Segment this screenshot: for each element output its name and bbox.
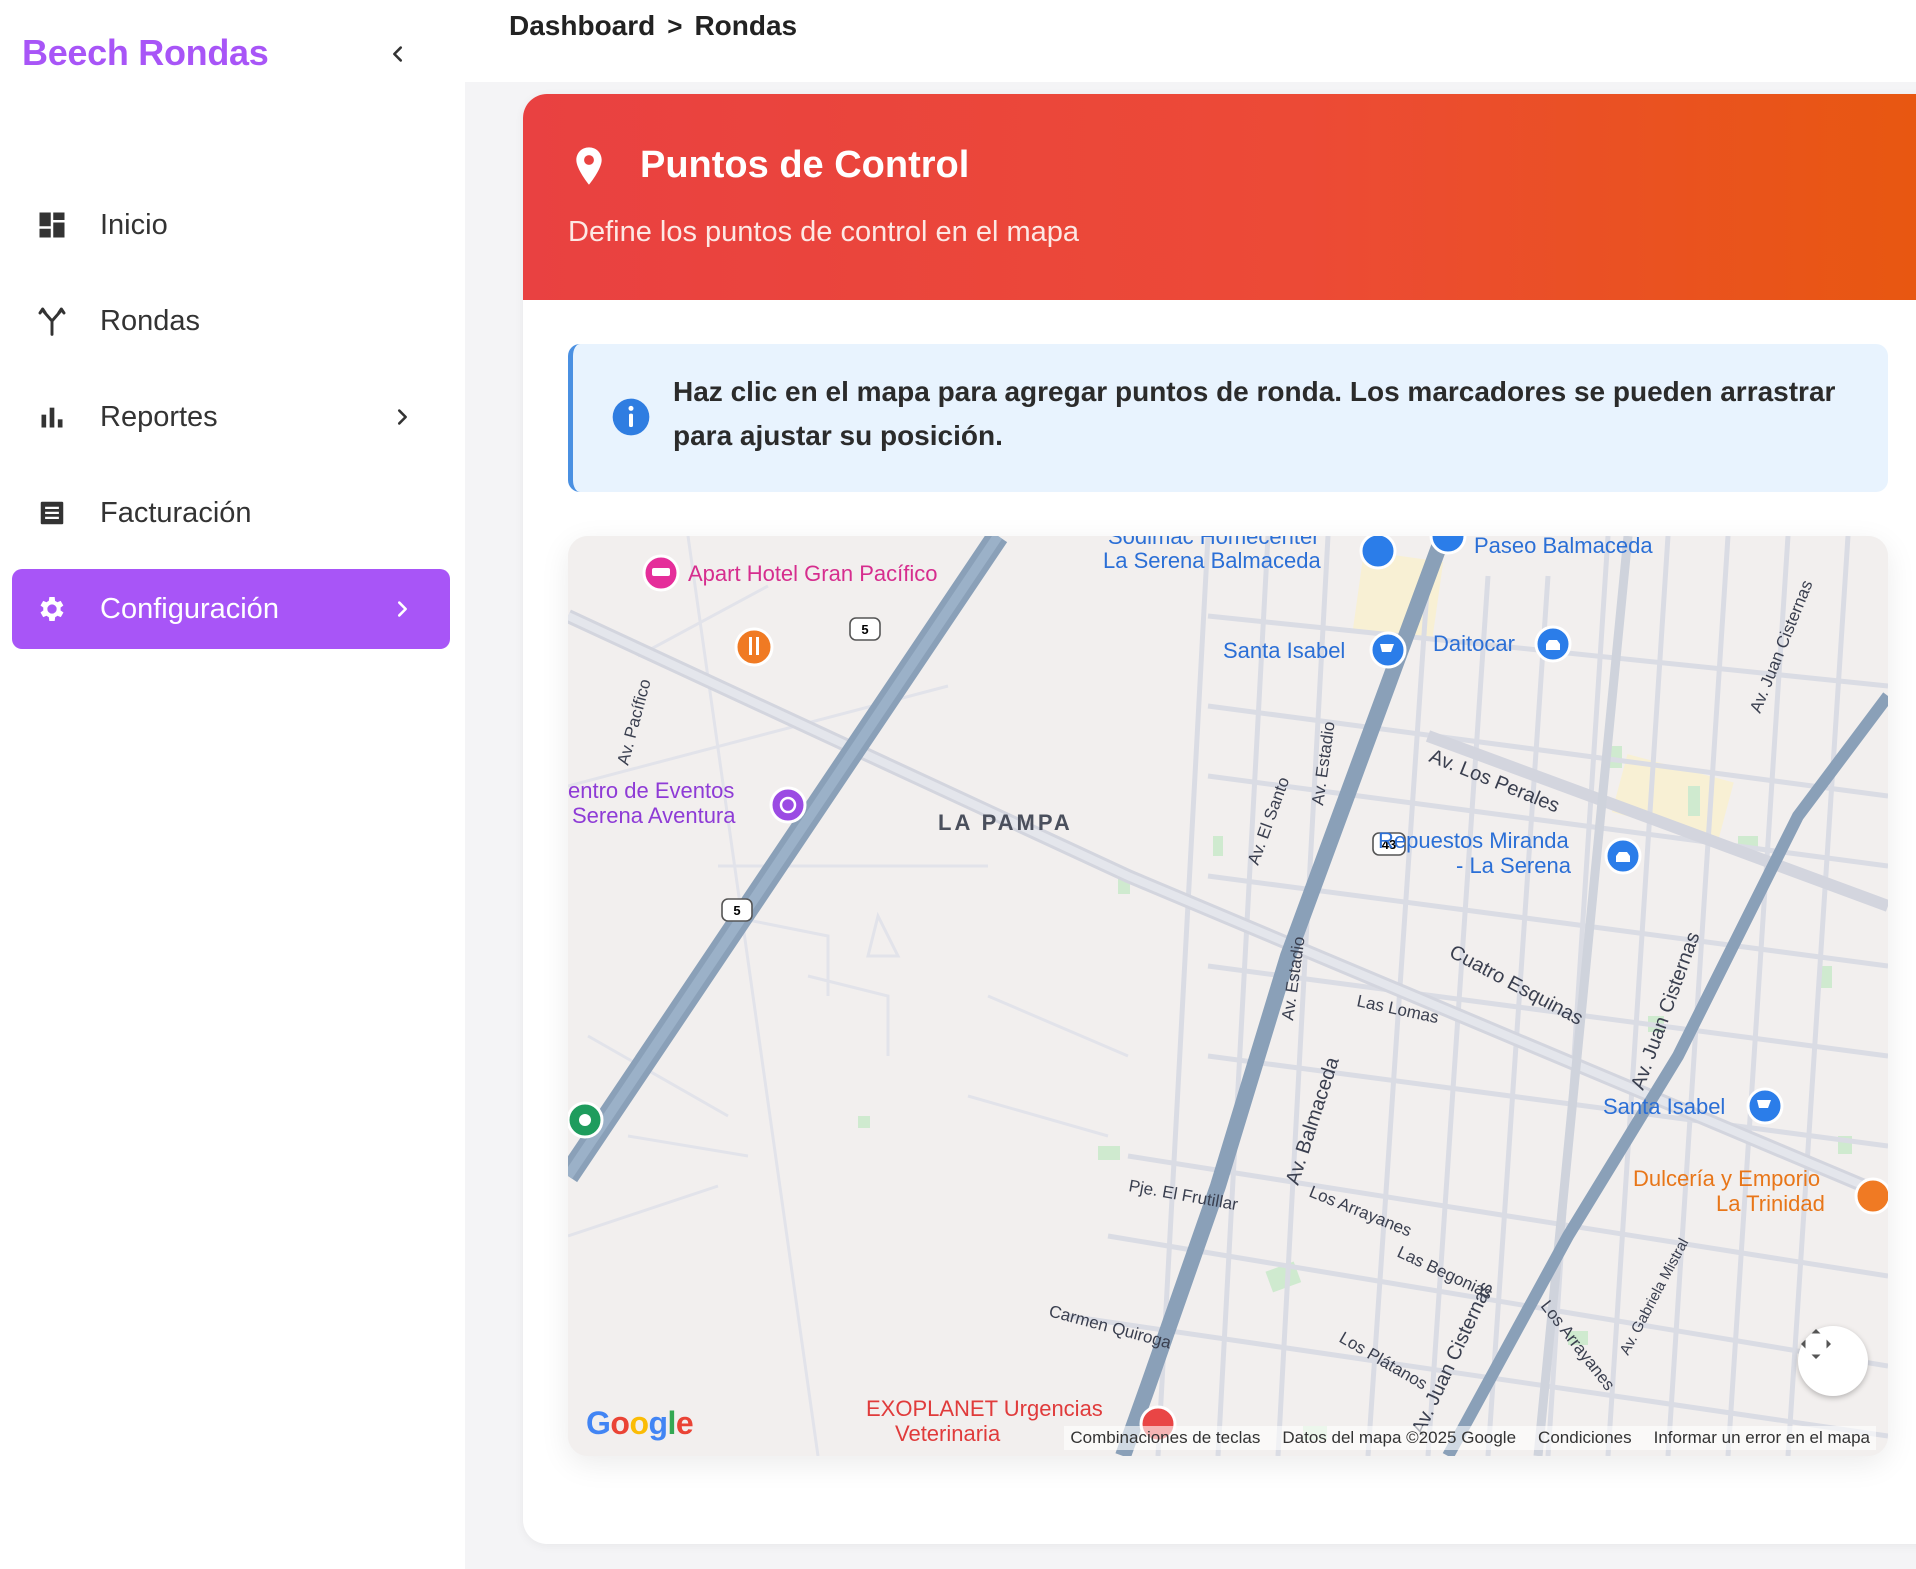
sidebar-item-reportes[interactable]: Reportes (12, 377, 450, 457)
breadcrumb-rondas: Rondas (694, 10, 798, 41)
card-title: Puntos de Control (568, 144, 969, 187)
poi-label: Paseo Balmaceda (1474, 536, 1653, 558)
sidebar-item-label: Reportes (100, 400, 218, 433)
route-icon (34, 303, 70, 339)
location-pin-icon (568, 145, 610, 187)
poi-label: Dulcería y Emporio (1633, 1166, 1820, 1191)
chevron-right-icon (384, 399, 420, 435)
sidebar-item-configuracion[interactable]: Configuración (12, 569, 450, 649)
area-label: LA PAMPA (938, 810, 1073, 835)
poi-label: Daitocar (1433, 631, 1515, 656)
poi-apart-hotel[interactable]: Apart Hotel Gran Pacífico (642, 554, 937, 592)
route-5-shield: 5 (733, 903, 740, 918)
poi-label: Santa Isabel (1603, 1094, 1725, 1119)
card-title-text: Puntos de Control (640, 144, 970, 186)
card-header: Puntos de Control Define los puntos de c… (523, 94, 1916, 300)
control-points-card: Puntos de Control Define los puntos de c… (523, 94, 1916, 1544)
sidebar-item-rondas[interactable]: Rondas (12, 281, 450, 361)
google-logo: Google (586, 1405, 694, 1441)
poi-label: La Trinidad (1716, 1191, 1825, 1216)
poi-green-marker[interactable] (568, 1101, 604, 1139)
fullscreen-icon (1801, 1329, 1831, 1359)
poi-label: La Serena Balmaceda (1103, 548, 1321, 573)
sidebar-nav: Inicio Rondas Reportes Facturación Confi… (12, 185, 450, 665)
collapse-sidebar-button[interactable] (380, 36, 416, 72)
poi-label: - La Serena (1456, 853, 1572, 878)
info-icon (612, 398, 650, 436)
sidebar: Beech Rondas Inicio Rondas Reportes Fact… (0, 0, 465, 1569)
map-footer: Combinaciones de teclas Datos del mapa ©… (1064, 1426, 1876, 1450)
route-5-shield: 5 (861, 622, 868, 637)
poi-label: EXOPLANET Urgencias (866, 1396, 1103, 1421)
sidebar-item-label: Inicio (100, 208, 168, 241)
sidebar-item-label: Configuración (100, 592, 279, 625)
sidebar-item-label: Facturación (100, 496, 252, 529)
chevron-left-icon (393, 46, 403, 62)
poi-label: Repuestos Miranda (1378, 828, 1570, 853)
gear-icon (34, 591, 70, 627)
map-shortcuts-link[interactable]: Combinaciones de teclas (1070, 1428, 1260, 1448)
map-report-link[interactable]: Informar un error en el mapa (1654, 1428, 1870, 1448)
poi-santa-isabel-2[interactable]: Santa Isabel (1603, 1087, 1784, 1125)
map-graphic[interactable]: 5 5 43 Av. Pacífico Av. Estadio Av. Esta… (568, 536, 1888, 1456)
sidebar-item-label: Rondas (100, 304, 200, 337)
info-text: Haz clic en el mapa para agregar puntos … (673, 376, 1836, 451)
info-alert: Haz clic en el mapa para agregar puntos … (568, 344, 1888, 492)
bar-chart-icon (34, 399, 70, 435)
card-subtitle: Define los puntos de control en el mapa (568, 216, 1080, 248)
sidebar-item-facturacion[interactable]: Facturación (12, 473, 450, 553)
poi-label: Veterinaria (895, 1421, 1001, 1446)
map-terms-link[interactable]: Condiciones (1538, 1428, 1632, 1448)
map-canvas[interactable]: 5 5 43 Av. Pacífico Av. Estadio Av. Esta… (568, 536, 1888, 1456)
top-bar: Dashboard > Rondas (465, 0, 1916, 82)
poi-daitocar[interactable]: Daitocar (1433, 625, 1572, 663)
poi-label: Serena Aventura (572, 803, 736, 828)
poi-restaurant[interactable] (734, 627, 774, 667)
brand-title: Beech Rondas (22, 32, 269, 73)
receipt-icon (34, 495, 70, 531)
breadcrumb-separator: > (667, 10, 683, 41)
breadcrumb: Dashboard > Rondas (509, 10, 797, 42)
map-fullscreen-button[interactable] (1798, 1326, 1868, 1396)
map-data-attribution: Datos del mapa ©2025 Google (1282, 1428, 1517, 1447)
poi-santa-isabel-1[interactable]: Santa Isabel (1223, 631, 1407, 669)
chevron-right-icon (384, 591, 420, 627)
sidebar-item-inicio[interactable]: Inicio (12, 185, 450, 265)
breadcrumb-dashboard[interactable]: Dashboard (509, 10, 655, 42)
dashboard-icon (34, 207, 70, 243)
poi-label: Santa Isabel (1223, 638, 1345, 663)
poi-label: Apart Hotel Gran Pacífico (688, 561, 937, 586)
poi-label: entro de Eventos (568, 778, 734, 803)
